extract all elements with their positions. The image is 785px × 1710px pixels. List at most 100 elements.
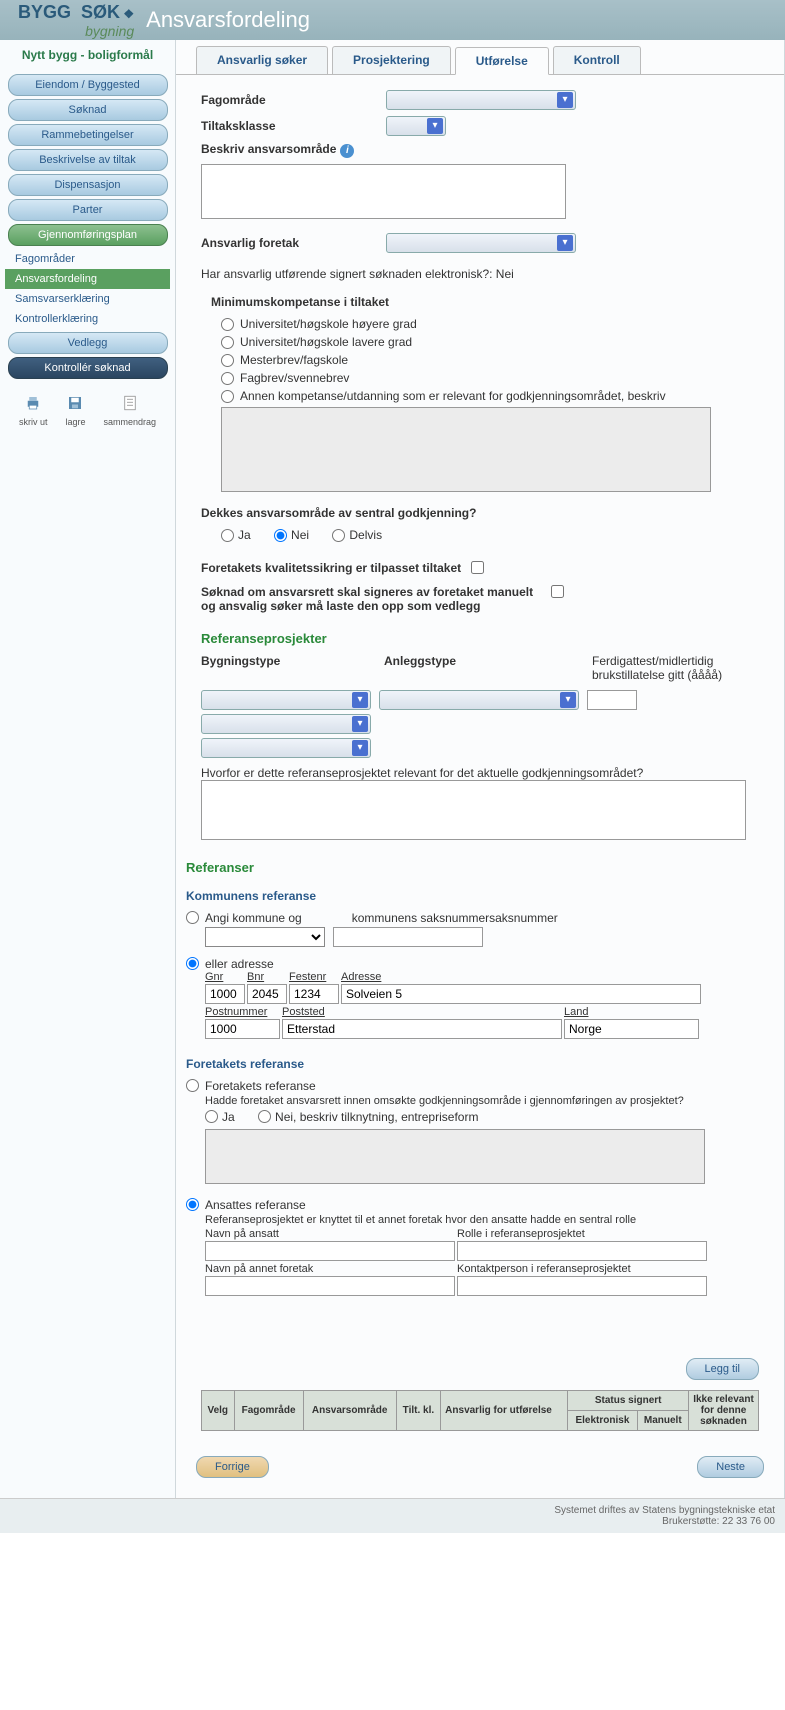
navn-foretak-input[interactable] xyxy=(205,1276,455,1296)
signert-text: Har ansvarlig utførende signert søknaden… xyxy=(201,267,759,281)
sidebar: Nytt bygg - boligformål Eiendom / Bygges… xyxy=(0,40,175,1498)
neste-button[interactable]: Neste xyxy=(697,1456,764,1478)
tab-kontroll[interactable]: Kontroll xyxy=(553,46,641,74)
komp-radio-3[interactable] xyxy=(221,372,234,385)
saksnr-label: kommunens saksnummersaksnummer xyxy=(352,911,558,925)
ansvar-table: Velg Fagområde Ansvarsområde Tilt. kl. A… xyxy=(201,1390,759,1431)
ansatt-ref-radio[interactable] xyxy=(186,1198,199,1211)
anleggstype-select[interactable] xyxy=(379,690,579,710)
hadde-textarea[interactable] xyxy=(205,1129,705,1184)
logo: BYGGSØK ❖ bygning xyxy=(0,2,134,39)
tab-prosjektering[interactable]: Prosjektering xyxy=(332,46,451,74)
nav-soknad[interactable]: Søknad xyxy=(8,99,168,121)
nav-fagomrader[interactable]: Fagområder xyxy=(5,249,170,269)
tool-summary[interactable]: sammendrag xyxy=(104,394,157,427)
save-icon xyxy=(66,394,84,412)
fagomrade-label: Fagområde xyxy=(201,93,386,107)
tab-utforelse[interactable]: Utførelse xyxy=(455,47,549,75)
postnr-input[interactable] xyxy=(205,1019,280,1039)
nav-kontroller[interactable]: Kontrollerklæring xyxy=(5,309,170,329)
komp-radio-1[interactable] xyxy=(221,336,234,349)
gnr-input[interactable] xyxy=(205,984,245,1004)
info-icon[interactable]: i xyxy=(340,144,354,158)
dekkes-nei[interactable] xyxy=(274,529,287,542)
tiltaksklasse-select[interactable] xyxy=(386,116,446,136)
print-icon xyxy=(24,394,42,412)
rolle-input[interactable] xyxy=(457,1241,707,1261)
nav-vedlegg[interactable]: Vedlegg xyxy=(8,332,168,354)
bygningstype-h: Bygningstype xyxy=(201,654,376,668)
tab-bar: Ansvarlig søker Prosjektering Utførelse … xyxy=(176,46,784,74)
bygningstype-select-1[interactable] xyxy=(201,690,371,710)
bygningstype-select-3[interactable] xyxy=(201,738,371,758)
poststed-input[interactable] xyxy=(282,1019,562,1039)
app-subtitle: Nytt bygg - boligformål xyxy=(5,48,170,64)
ansatt-text: Referanseprosjektet er knyttet til et an… xyxy=(205,1214,759,1226)
foretak-ref-radio[interactable] xyxy=(186,1079,199,1092)
fagomrade-select[interactable] xyxy=(386,90,576,110)
dekkes-delvis[interactable] xyxy=(332,529,345,542)
eller-adresse-label: eller adresse xyxy=(205,957,759,971)
anleggstype-h: Anleggstype xyxy=(384,654,584,668)
ansatt-ref-label: Ansattes referanse xyxy=(205,1198,759,1212)
bygningstype-select-2[interactable] xyxy=(201,714,371,734)
navn-ansatt-input[interactable] xyxy=(205,1241,455,1261)
bnr-input[interactable] xyxy=(247,984,287,1004)
angi-kommune-radio[interactable] xyxy=(186,911,199,924)
ferdigattest-h: Ferdigattest/midlertidig brukstillatelse… xyxy=(592,654,742,682)
ansvarlig-foretak-select[interactable] xyxy=(386,233,576,253)
saksnr-input[interactable] xyxy=(333,927,483,947)
foretak-ref-label: Foretakets referanse xyxy=(205,1079,759,1093)
tool-print[interactable]: skriv ut xyxy=(19,394,48,427)
legg-til-button[interactable]: Legg til xyxy=(686,1358,759,1380)
tab-ansvarlig-soker[interactable]: Ansvarlig søker xyxy=(196,46,328,74)
komp-radio-0[interactable] xyxy=(221,318,234,331)
nav-eiendom[interactable]: Eiendom / Byggested xyxy=(8,74,168,96)
foretak-ref-h: Foretakets referanse xyxy=(186,1057,759,1071)
nav-beskrivelse[interactable]: Beskrivelse av tiltak xyxy=(8,149,168,171)
nav-parter[interactable]: Parter xyxy=(8,199,168,221)
ansvarlig-foretak-label: Ansvarlig foretak xyxy=(201,236,386,250)
beskriv-label: Beskriv ansvarsområdei xyxy=(201,142,386,158)
app-header: BYGGSØK ❖ bygning Ansvarsfordeling xyxy=(0,0,785,40)
summary-icon xyxy=(121,394,139,412)
footer: Systemet driftes av Statens bygningstekn… xyxy=(0,1498,785,1533)
komp-radio-4[interactable] xyxy=(221,390,234,403)
komp-textarea[interactable] xyxy=(221,407,711,492)
adresse-input[interactable] xyxy=(341,984,701,1004)
logo-icon: ❖ xyxy=(123,7,134,21)
hadde-ja-radio[interactable] xyxy=(205,1110,218,1123)
page-title: Ansvarsfordeling xyxy=(146,7,310,33)
ferdigattest-input[interactable] xyxy=(587,690,637,710)
kvalitet-label: Foretakets kvalitetssikring er tilpasset… xyxy=(201,561,461,575)
festenr-input[interactable] xyxy=(289,984,339,1004)
manuell-checkbox[interactable] xyxy=(551,585,564,598)
nav-rammebetingelser[interactable]: Rammebetingelser xyxy=(8,124,168,146)
land-input[interactable] xyxy=(564,1019,699,1039)
referanser-h: Referanser xyxy=(186,860,759,875)
nav-samsvar[interactable]: Samsvarserklæring xyxy=(5,289,170,309)
tiltaksklasse-label: Tiltaksklasse xyxy=(201,119,386,133)
kvalitet-checkbox[interactable] xyxy=(471,561,484,574)
main-content: Ansvarlig søker Prosjektering Utførelse … xyxy=(175,40,785,1498)
beskriv-textarea[interactable] xyxy=(201,164,566,219)
komp-radio-2[interactable] xyxy=(221,354,234,367)
logo-subtitle: bygning xyxy=(85,23,134,39)
kontakt-input[interactable] xyxy=(457,1276,707,1296)
nav-gjennomforingsplan[interactable]: Gjennomføringsplan xyxy=(8,224,168,246)
tool-save[interactable]: lagre xyxy=(65,394,85,427)
referanseprosjekter-h: Referanseprosjekter xyxy=(201,631,759,646)
eller-adresse-radio[interactable] xyxy=(186,957,199,970)
hadde-nei-radio[interactable] xyxy=(258,1110,271,1123)
nav-ansvarsfordeling[interactable]: Ansvarsfordeling xyxy=(5,269,170,289)
relevans-textarea[interactable] xyxy=(201,780,746,840)
nav-dispensasjon[interactable]: Dispensasjon xyxy=(8,174,168,196)
nav-kontroller-soknad[interactable]: Kontrollér søknad xyxy=(8,357,168,379)
kommune-select[interactable] xyxy=(205,927,325,947)
kommune-ref-h: Kommunens referanse xyxy=(186,889,759,903)
relevans-label: Hvorfor er dette referanseprosjektet rel… xyxy=(201,766,759,780)
angi-kommune-label: Angi kommune og xyxy=(205,911,302,925)
dekkes-label: Dekkes ansvarsområde av sentral godkjenn… xyxy=(201,506,759,520)
forrige-button[interactable]: Forrige xyxy=(196,1456,269,1478)
dekkes-ja[interactable] xyxy=(221,529,234,542)
